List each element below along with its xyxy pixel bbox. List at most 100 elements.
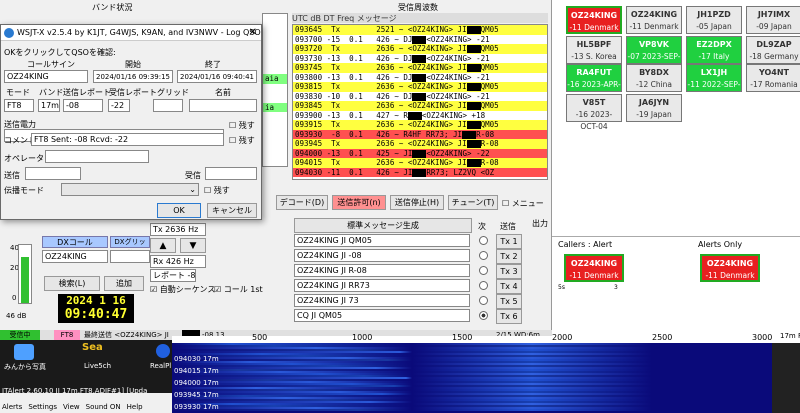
callsign-card[interactable]: JH1PZD -05 Japan [686, 6, 742, 34]
tx-3-radio[interactable] [479, 266, 488, 275]
tx-1-radio[interactable] [479, 236, 488, 245]
operator-field[interactable] [45, 150, 149, 163]
band-activity-list[interactable]: aia ia [262, 13, 288, 167]
caller-alert-card[interactable]: OZ24KING -11 Denmark [564, 254, 624, 282]
rx-frequency-list[interactable]: 093645 Tx 2521 ~ <OZ24KING> JI QM05 093700… [292, 24, 548, 180]
band-row[interactable]: ia [263, 102, 287, 112]
callsign-card[interactable]: BY8DX -12 China [626, 64, 682, 92]
callsign-card[interactable]: DL9ZAP -18 Germany [746, 36, 800, 64]
tune-button[interactable]: チューン(T) [448, 195, 498, 210]
rx-row[interactable]: 093845 Tx 2636 ~ <OZ24KING> JI QM05 [293, 101, 547, 111]
tx-4-button[interactable]: Tx 4 [496, 279, 522, 294]
dx-call-input[interactable]: OZ24KING [42, 250, 108, 263]
exch-sent-field[interactable] [25, 167, 81, 180]
callsign-card[interactable]: JH7IMX -09 Japan [746, 6, 800, 34]
close-icon[interactable]: ✕ [249, 25, 257, 41]
call-1st-checkbox[interactable]: ☑ コール 1st [214, 284, 263, 295]
callsign-card[interactable]: VP8VK-07 2023-SEP-08 [626, 36, 682, 73]
exch-rcvd-field[interactable] [205, 167, 257, 180]
jtalert-menu-item[interactable]: Alerts [2, 403, 22, 411]
callsign-card[interactable]: RA4FUT-16 2023-APR-16 [566, 64, 622, 101]
tx-2-radio[interactable] [479, 251, 488, 260]
band-row[interactable] [263, 93, 287, 103]
jtalert-menu-item[interactable]: Settings [28, 403, 57, 411]
tx-message-5-field[interactable]: OZ24KING JI 73 [294, 294, 470, 307]
rx-row[interactable]: 093930 -8 0.1 426 ~ R4HF RR73; JI R-08 [293, 129, 547, 139]
grid-field[interactable] [153, 99, 183, 112]
band-row[interactable] [263, 84, 287, 94]
rx-row[interactable]: 093815 Tx 2636 ~ <OZ24KING> JI QM05 [293, 82, 547, 92]
tx-3-button[interactable]: Tx 3 [496, 264, 522, 279]
name-field[interactable] [189, 99, 257, 112]
band-row[interactable] [263, 112, 287, 122]
add-button[interactable]: 追加 [104, 276, 144, 291]
callsign-card[interactable]: V85T -16 2023-OCT-04 [566, 94, 622, 131]
rx-row[interactable]: 093800 -13 0.1 426 ~ DJ <OZ24KING> -21 [293, 73, 547, 83]
end-time-field[interactable]: 2024/01/16 09:40:41 [177, 70, 257, 83]
tx-1-button[interactable]: Tx 1 [496, 234, 522, 249]
cancel-button[interactable]: キャンセル [207, 203, 257, 218]
rx-frequency-spin[interactable]: Rx 426 Hz [150, 255, 206, 268]
keep-comment-checkbox[interactable]: ☐ 残す [229, 135, 255, 146]
rcvd-report-field[interactable]: -22 [108, 99, 130, 112]
tx-frequency-spin[interactable]: Tx 2636 Hz [150, 223, 206, 236]
photo-app-icon[interactable] [14, 344, 34, 360]
rx-row[interactable]: 094030 -11 0.1 426 ~ JI RR73; LZ2VQ <OZ [293, 167, 547, 177]
mode-field[interactable]: FT8 [4, 99, 34, 112]
rx-to-tx-button[interactable]: ▼ [180, 238, 206, 253]
comment-field[interactable]: FT8 Sent: -08 Rcvd: -22 [31, 133, 224, 146]
rx-row[interactable]: 093720 Tx 2636 ~ <OZ24KING> JI QM05 [293, 44, 547, 54]
sea-logo-icon[interactable]: Sea [82, 342, 103, 353]
rx-row[interactable]: 093730 -13 0.1 426 ~ DJ <OZ24KING> -21 [293, 54, 547, 64]
start-time-field[interactable]: 2024/01/16 09:39:15 [93, 70, 173, 83]
report-spin[interactable]: レポート -8 [150, 269, 196, 282]
tx-5-radio[interactable] [479, 296, 488, 305]
rx-row[interactable]: 093915 Tx 2636 ~ <OZ24KING> JI QM05 [293, 120, 547, 130]
tx-message-1-field[interactable]: OZ24KING JI QM05 [294, 234, 470, 247]
sent-report-field[interactable]: -08 [63, 99, 103, 112]
tx-4-radio[interactable] [479, 281, 488, 290]
alerts-only-card[interactable]: OZ24KING -11 Denmark [700, 254, 760, 282]
ok-button[interactable]: OK [157, 203, 201, 218]
keep-power-checkbox[interactable]: ☐ 残す [229, 120, 255, 131]
realplayer-icon[interactable] [156, 344, 170, 358]
auto-seq-checkbox[interactable]: ☑ 自動シーケンス [150, 284, 215, 295]
keep-prop-checkbox[interactable]: ☐ 残す [204, 185, 230, 196]
jtalert-menu-item[interactable]: View [63, 403, 80, 411]
halt-tx-button[interactable]: 送信停止(H) [390, 195, 444, 210]
jtalert-menu-item[interactable]: Sound ON [86, 403, 121, 411]
tx-5-button[interactable]: Tx 5 [496, 294, 522, 309]
rx-row[interactable]: 093945 Tx 2636 ~ <OZ24KING> JI R-08 [293, 139, 547, 149]
dx-grid-input[interactable] [110, 250, 150, 263]
tx-2-button[interactable]: Tx 2 [496, 249, 522, 264]
callsign-card[interactable]: LX1JH -11 2022-SEP-16 [686, 64, 742, 101]
propagation-select[interactable]: ⌄ [61, 183, 199, 196]
tx-6-radio[interactable] [479, 311, 488, 320]
rx-row[interactable]: 093700 -15 0.1 426 ~ DJ <OZ24KING> -21 [293, 35, 547, 45]
callsign-card[interactable]: OZ24KING -11 Denmark [566, 6, 622, 34]
callsign-card[interactable]: JA6JYN -19 Japan [626, 94, 682, 122]
callsign-card[interactable]: YO4NT -17 Romania [746, 64, 800, 92]
rx-row[interactable]: 093830 -10 0.1 426 ~ DJ <OZ24KING> -21 [293, 92, 547, 102]
tx-message-3-field[interactable]: OZ24KING JI R-08 [294, 264, 470, 277]
callsign-card[interactable]: OZ24KING -11 Denmark [626, 6, 682, 34]
callsign-field[interactable]: OZ24KING [4, 70, 88, 83]
rx-row[interactable]: 093745 Tx 2636 ~ <OZ24KING> JI QM05 [293, 63, 547, 73]
callsign-card[interactable]: HL5BPF -13 S. Korea [566, 36, 622, 64]
band-row[interactable]: aia [263, 74, 287, 84]
waterfall-display[interactable]: 094030 17m 094015 17m 094000 17m 093945 17m… [172, 343, 772, 413]
rx-row[interactable]: 094015 Tx 2636 ~ <OZ24KING> JI R-08 [293, 158, 547, 168]
tx-message-4-field[interactable]: OZ24KING JI RR73 [294, 279, 470, 292]
band-field[interactable]: 17m [38, 99, 60, 112]
rx-row[interactable]: 093645 Tx 2521 ~ <OZ24KING> JI QM05 [293, 25, 547, 35]
lookup-button[interactable]: 検索(L) [44, 276, 100, 291]
decode-button[interactable]: デコード(D) [276, 195, 328, 210]
band-row[interactable] [263, 122, 287, 132]
callsign-card[interactable]: EZ2DPX -17 Italy [686, 36, 742, 64]
menu-checkbox[interactable]: ☐ メニュー [502, 198, 544, 209]
rx-row[interactable]: 094000 -13 0.1 425 ~ JI <OZ24KING> -22 [293, 148, 547, 158]
tx-message-2-field[interactable]: OZ24KING JI -08 [294, 249, 470, 262]
enable-tx-button[interactable]: 送信許可(n) [332, 195, 386, 210]
tx-message-6-field[interactable]: CQ JI QM05 [294, 309, 470, 322]
tx-6-button[interactable]: Tx 6 [496, 309, 522, 324]
